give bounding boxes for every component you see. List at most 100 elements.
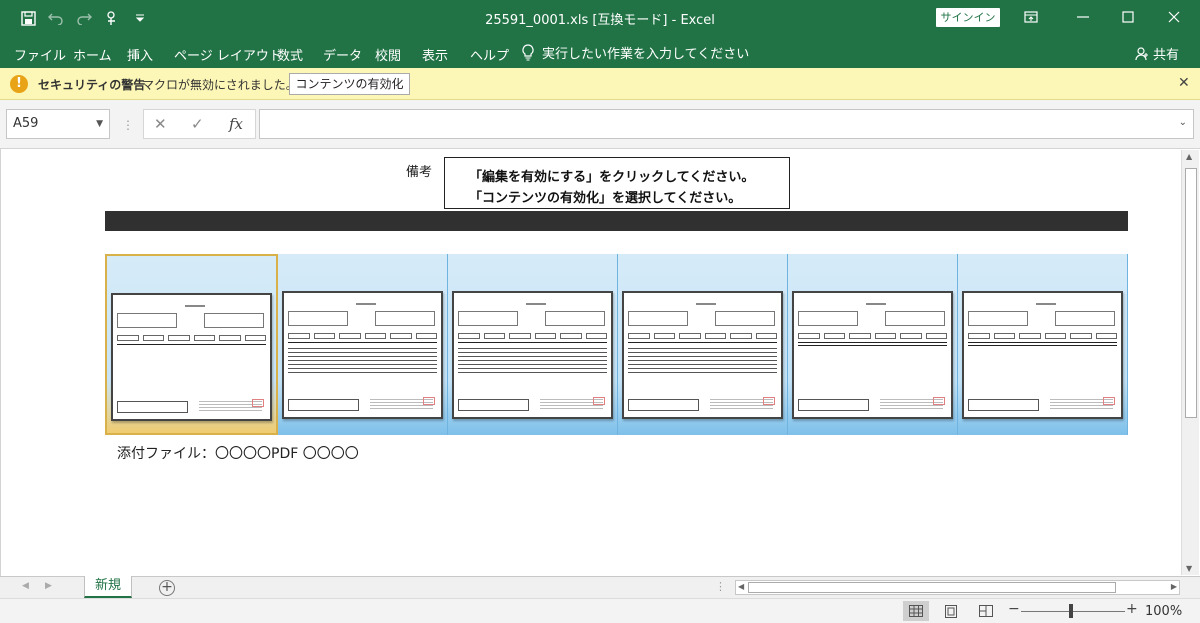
thumbnail-table-row: [117, 344, 266, 345]
warning-icon: !: [10, 75, 28, 93]
tab-review[interactable]: 校閲: [375, 45, 401, 64]
thumbnail-title: [356, 303, 377, 305]
grip-icon[interactable]: ⋮: [122, 118, 134, 132]
page-break-view-icon[interactable]: [973, 601, 999, 621]
zoom-level[interactable]: 100%: [1145, 604, 1182, 619]
thumbnail-field: [968, 311, 1028, 326]
zoom-out-icon[interactable]: −: [1008, 601, 1020, 617]
title-bar: 25591_0001.xls [互換モード] - Excel サインイン: [0, 0, 1200, 36]
next-sheet-icon[interactable]: ▶: [45, 581, 52, 591]
add-sheet-icon[interactable]: +: [159, 580, 175, 596]
thumbnail-stamp: [933, 397, 945, 405]
thumbnail-cells: [458, 333, 607, 339]
tell-me-text: 実行したい作業を入力してください: [542, 47, 750, 62]
close-icon[interactable]: [1161, 6, 1187, 28]
scroll-up-icon[interactable]: ▲: [1186, 152, 1192, 161]
thumbnail-table-row: [798, 342, 947, 343]
chevron-down-icon[interactable]: ▼: [96, 110, 103, 138]
sheet-tab-active[interactable]: 新規: [84, 576, 132, 598]
thumbnail-field: [458, 311, 518, 326]
thumbnail-title: [185, 305, 206, 307]
close-icon[interactable]: ✕: [1178, 75, 1190, 91]
thumbnail-note-box: [288, 399, 359, 411]
maximize-icon[interactable]: [1115, 6, 1141, 28]
security-warning-message: マクロが無効にされました。: [142, 78, 298, 92]
thumbnail-cells: [968, 333, 1117, 339]
thumbnail-stamp: [423, 397, 435, 405]
thumbnail-stamp: [1103, 397, 1115, 405]
signin-button[interactable]: サインイン: [936, 8, 1000, 27]
page-thumbnail[interactable]: [278, 254, 448, 435]
thumbnail-table-row: [288, 342, 437, 343]
formula-buttons: ✕ ✓ fx: [143, 109, 256, 139]
status-bar: − + 100%: [0, 598, 1200, 623]
thumbnail-cells: [798, 333, 947, 339]
thumbnail-page: [282, 291, 443, 419]
thumbnail-note-box: [458, 399, 529, 411]
cancel-icon[interactable]: ✕: [154, 115, 167, 133]
thumbnail-table-row: [968, 345, 1117, 346]
formula-bar: A59 ▼ ⋮ ✕ ✓ fx ⌄: [0, 100, 1200, 148]
instruction-box: 「編集を有効にする」をクリックしてください。 「コンテンツの有効化」を選択してく…: [444, 157, 790, 209]
thumbnail-title: [866, 303, 887, 305]
enter-icon[interactable]: ✓: [191, 115, 204, 133]
tab-data[interactable]: データ: [323, 45, 362, 64]
tab-insert[interactable]: 挿入: [127, 45, 153, 64]
page-thumbnail[interactable]: [788, 254, 958, 435]
name-box[interactable]: A59 ▼: [6, 109, 110, 139]
page-thumbnail[interactable]: [958, 254, 1128, 435]
page-thumbnail[interactable]: [618, 254, 788, 435]
thumbnail-field: [885, 311, 945, 326]
biko-label: 備考: [406, 165, 433, 180]
scroll-right-icon[interactable]: ▶: [1171, 582, 1177, 591]
lightbulb-icon: [522, 44, 534, 61]
ribbon-display-options-icon[interactable]: [1018, 6, 1044, 28]
expand-formula-bar-icon[interactable]: ⌄: [1179, 117, 1187, 128]
page-thumbnail[interactable]: [448, 254, 618, 435]
tell-me-box[interactable]: 実行したい作業を入力してください: [522, 43, 749, 62]
security-warning-title: セキュリティの警告: [38, 78, 146, 92]
tab-home[interactable]: ホーム: [73, 45, 112, 64]
scroll-down-icon[interactable]: ▼: [1186, 564, 1192, 573]
formula-input[interactable]: ⌄: [259, 109, 1194, 139]
scroll-left-icon[interactable]: ◀: [738, 582, 744, 591]
zoom-slider-handle[interactable]: [1069, 604, 1073, 618]
thumbnail-note-box: [968, 399, 1039, 411]
zoom-slider[interactable]: [1021, 611, 1125, 612]
thumbnail-page: [962, 291, 1123, 419]
tab-help[interactable]: ヘルプ: [470, 45, 509, 64]
tab-formulas[interactable]: 数式: [277, 45, 303, 64]
thumbnail-title: [696, 303, 717, 305]
enable-content-button[interactable]: コンテンツの有効化: [289, 73, 410, 95]
share-button[interactable]: 共有: [1135, 44, 1179, 63]
thumbnail-field: [117, 313, 177, 328]
prev-sheet-icon[interactable]: ◀: [22, 581, 29, 591]
thumbnail-note-box: [628, 399, 699, 411]
insert-function-icon[interactable]: fx: [229, 115, 243, 133]
worksheet[interactable]: 備考 「編集を有効にする」をクリックしてください。 「コンテンツの有効化」を選択…: [0, 148, 1200, 576]
minimize-icon[interactable]: [1070, 6, 1096, 28]
thumbnail-cells: [117, 335, 266, 341]
zoom-in-icon[interactable]: +: [1126, 601, 1138, 617]
page-thumbnail[interactable]: [105, 254, 278, 435]
thumbnail-table-row: [798, 345, 947, 346]
tab-page-layout[interactable]: ページ レイアウト: [174, 45, 282, 64]
normal-view-icon[interactable]: [903, 601, 929, 621]
splitter-icon[interactable]: ⋮: [715, 580, 726, 593]
tab-view[interactable]: 表示: [422, 45, 448, 64]
vertical-scroll-thumb[interactable]: [1185, 168, 1197, 418]
thumbnail-title: [526, 303, 547, 305]
instruction-line-1: 「編集を有効にする」をクリックしてください。: [469, 170, 755, 185]
thumbnail-field: [375, 311, 435, 326]
thumbnail-table-row: [458, 342, 607, 343]
tab-file[interactable]: ファイル: [14, 45, 66, 64]
name-box-value: A59: [13, 116, 39, 131]
thumbnail-table: [458, 345, 607, 375]
instruction-line-2: 「コンテンツの有効化」を選択してください。: [469, 191, 742, 206]
thumbnail-field: [798, 311, 858, 326]
vertical-scrollbar[interactable]: ▲ ▼: [1181, 150, 1199, 575]
horizontal-scrollbar[interactable]: ◀ ▶: [735, 580, 1180, 595]
page-layout-view-icon[interactable]: [938, 601, 964, 621]
thumbnail-table: [628, 345, 777, 375]
horizontal-scroll-thumb[interactable]: [748, 582, 1116, 593]
